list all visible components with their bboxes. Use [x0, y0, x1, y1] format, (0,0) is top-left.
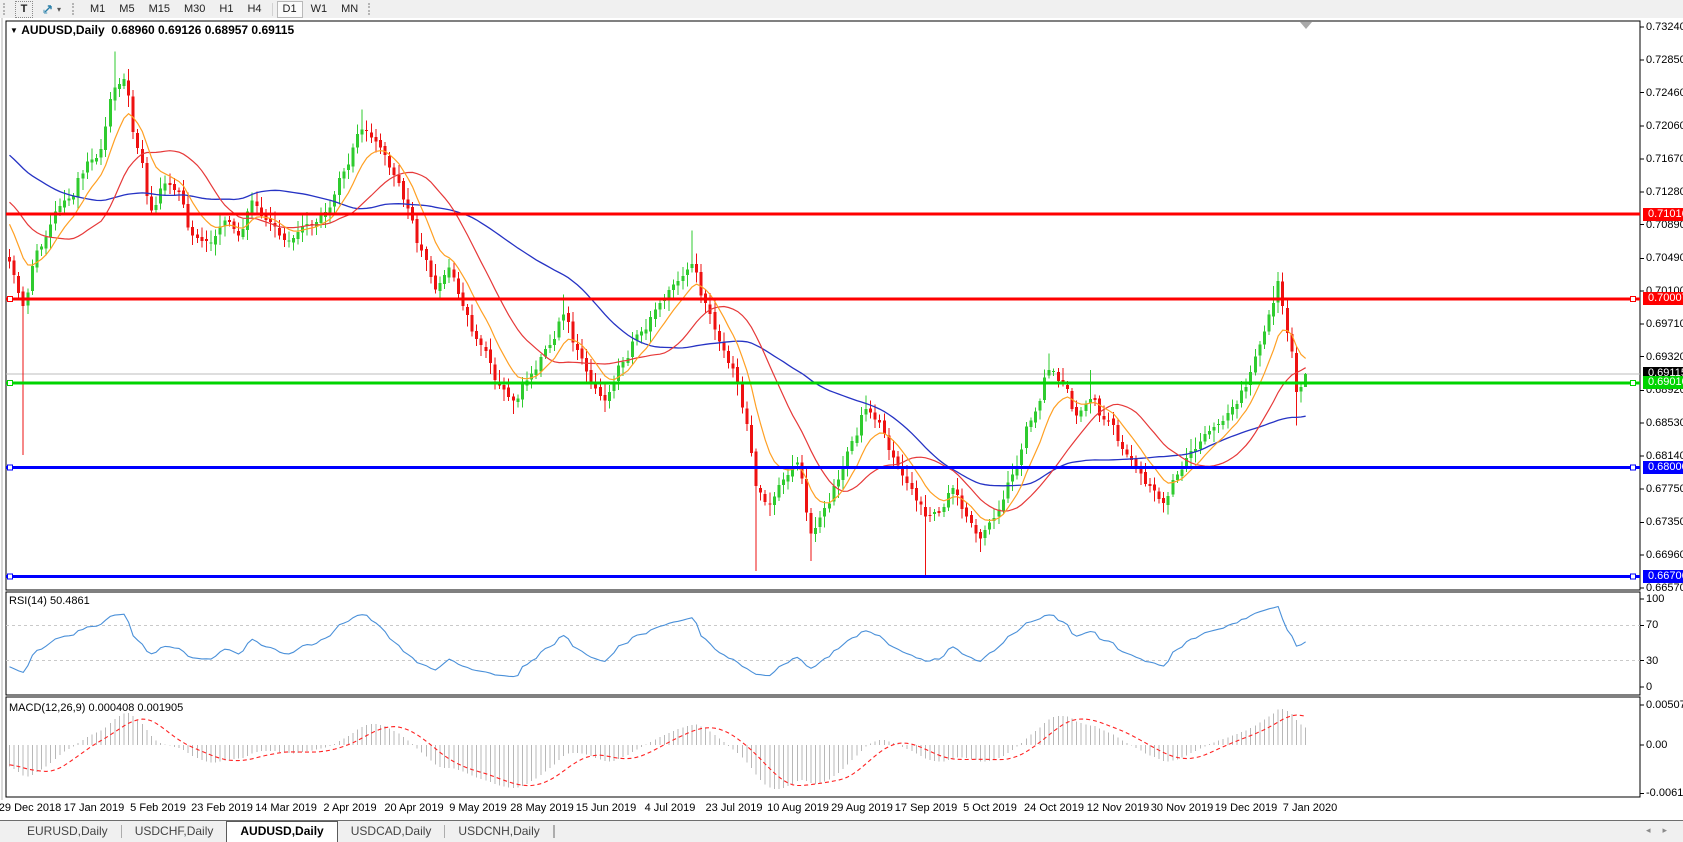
- top-toolbar: T ▾ M1M5M15M30H1H4 D1W1MN: [0, 0, 1683, 19]
- date-tick-label: 15 Jun 2019: [576, 802, 637, 814]
- macd-tick-label: 0.005076: [1646, 699, 1683, 711]
- price-tick-label: 0.67350: [1646, 516, 1683, 528]
- tab-scroll-arrows: ◂▸: [1646, 825, 1679, 836]
- date-tick-label: 30 Nov 2019: [1151, 802, 1213, 814]
- date-tick-label: 20 Apr 2019: [384, 802, 443, 814]
- date-tick-label: 17 Sep 2019: [895, 802, 957, 814]
- chevron-down-icon: ▾: [57, 2, 61, 17]
- rsi-indicator-label: RSI(14) 50.4861: [9, 595, 90, 607]
- macd-indicator-label: MACD(12,26,9) 0.000408 0.001905: [9, 702, 183, 714]
- date-tick-label: 29 Aug 2019: [831, 802, 893, 814]
- rsi-tick-label: 0: [1646, 681, 1652, 693]
- price-tick-label: 0.68140: [1646, 450, 1683, 462]
- toolbar-grip: [72, 3, 79, 15]
- price-level-badge: 0.70007: [1643, 292, 1683, 305]
- price-tick-label: 0.73240: [1646, 21, 1683, 33]
- date-tick-label: 10 Aug 2019: [767, 802, 829, 814]
- price-tick-label: 0.69710: [1646, 318, 1683, 330]
- macd-tick-label: 0.00: [1646, 739, 1667, 751]
- price-tick-label: 0.66960: [1646, 549, 1683, 561]
- price-tick-label: 0.71280: [1646, 186, 1683, 198]
- price-tick-label: 0.67750: [1646, 483, 1683, 495]
- date-tick-label: 5 Feb 2019: [130, 802, 186, 814]
- tab-scroll-right-icon[interactable]: ▸: [1662, 825, 1679, 835]
- date-tick-label: 12 Nov 2019: [1087, 802, 1149, 814]
- date-tick-label: 19 Dec 2019: [1215, 802, 1277, 814]
- toolbar-divider: [272, 3, 273, 16]
- price-chart-canvas[interactable]: [0, 18, 1683, 800]
- chart-tab-bar: EURUSD,DailyUSDCHF,DailyAUDUSD,DailyUSDC…: [0, 820, 1683, 842]
- rsi-tick-label: 100: [1646, 593, 1664, 605]
- crosshair-arrows-icon: [42, 4, 55, 15]
- price-level-badge: 0.68000: [1643, 461, 1683, 474]
- timeframe-button-d1[interactable]: D1: [277, 1, 303, 18]
- timeframe-button-h1[interactable]: H1: [213, 1, 239, 18]
- chart-stage[interactable]: ▼ AUDUSD,Daily 0.68960 0.69126 0.68957 0…: [0, 18, 1683, 800]
- toolbar-grip: [368, 3, 375, 15]
- price-tick-label: 0.69320: [1646, 351, 1683, 363]
- date-tick-label: 2 Apr 2019: [323, 802, 376, 814]
- chart-tab-usdcad[interactable]: USDCAD,Daily: [338, 821, 445, 842]
- price-level-badge: 0.69010: [1643, 376, 1683, 389]
- date-tick-label: 5 Oct 2019: [963, 802, 1017, 814]
- chart-tab-eurusd[interactable]: EURUSD,Daily: [14, 821, 121, 842]
- tab-scroll-left-icon[interactable]: ◂: [1646, 825, 1663, 835]
- price-tick-label: 0.72060: [1646, 120, 1683, 132]
- price-tick-label: 0.68530: [1646, 417, 1683, 429]
- chart-shift-marker[interactable]: [1300, 22, 1312, 29]
- timeframe-button-m15[interactable]: M15: [143, 1, 176, 18]
- macd-tick-label: -0.006148: [1646, 787, 1683, 799]
- crosshair-cursor-button[interactable]: ▾: [36, 1, 67, 18]
- chart-title: ▼ AUDUSD,Daily 0.68960 0.69126 0.68957 0…: [10, 23, 294, 37]
- date-tick-label: 9 May 2019: [449, 802, 506, 814]
- tab-divider: [554, 825, 555, 838]
- date-tick-label: 28 May 2019: [510, 802, 574, 814]
- title-dropdown-icon[interactable]: ▼: [10, 26, 18, 35]
- chart-tab-audusd[interactable]: AUDUSD,Daily: [226, 821, 337, 842]
- rsi-tick-label: 30: [1646, 655, 1658, 667]
- chart-tab-usdcnh[interactable]: USDCNH,Daily: [445, 821, 552, 842]
- timeframe-button-w1[interactable]: W1: [305, 1, 334, 18]
- symbol-period-label: AUDUSD,Daily: [21, 23, 104, 37]
- date-tick-label: 29 Dec 2018: [0, 802, 61, 814]
- tab-spacer: [0, 821, 14, 842]
- timeframe-button-m30[interactable]: M30: [178, 1, 211, 18]
- timeframe-button-m5[interactable]: M5: [113, 1, 140, 18]
- date-tick-label: 17 Jan 2019: [64, 802, 125, 814]
- timeframe-button-mn[interactable]: MN: [335, 1, 364, 18]
- price-tick-label: 0.71670: [1646, 153, 1683, 165]
- price-level-badge: 0.66706: [1643, 570, 1683, 583]
- date-tick-label: 24 Oct 2019: [1024, 802, 1084, 814]
- date-tick-label: 4 Jul 2019: [645, 802, 696, 814]
- text-tool-button[interactable]: T: [15, 1, 33, 18]
- timeframe-button-h4[interactable]: H4: [241, 1, 267, 18]
- timeframe-button-m1[interactable]: M1: [84, 1, 111, 18]
- price-tick-label: 0.72460: [1646, 87, 1683, 99]
- date-tick-label: 14 Mar 2019: [255, 802, 317, 814]
- price-tick-label: 0.70490: [1646, 252, 1683, 264]
- price-level-badge: 0.71016: [1643, 208, 1683, 221]
- price-tick-label: 0.72850: [1646, 54, 1683, 66]
- date-tick-label: 23 Jul 2019: [706, 802, 763, 814]
- toolbar-grip: [3, 3, 10, 15]
- date-tick-label: 23 Feb 2019: [191, 802, 253, 814]
- rsi-tick-label: 70: [1646, 619, 1658, 631]
- chart-tab-usdchf[interactable]: USDCHF,Daily: [122, 821, 227, 842]
- ohlc-values: 0.68960 0.69126 0.68957 0.69115: [111, 23, 294, 37]
- date-tick-label: 7 Jan 2020: [1283, 802, 1337, 814]
